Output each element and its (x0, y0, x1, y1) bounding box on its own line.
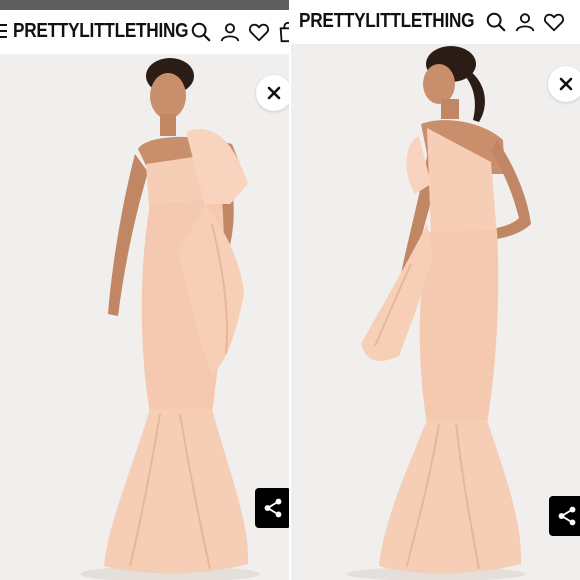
share-button[interactable] (255, 488, 289, 528)
search-icon[interactable] (485, 11, 507, 33)
header-icons (485, 10, 572, 34)
product-photo-front (0, 54, 289, 580)
header-bar: PRETTYLITTLETHING (291, 0, 580, 45)
close-button[interactable] (256, 75, 289, 111)
account-icon[interactable] (219, 21, 241, 43)
menu-icon[interactable] (0, 24, 7, 40)
heart-icon[interactable] (543, 11, 565, 33)
header-bar: PRETTYLITTLETHING (0, 10, 289, 55)
search-icon[interactable] (190, 21, 212, 43)
heart-icon[interactable] (248, 21, 270, 43)
bag-icon[interactable] (277, 21, 289, 43)
close-button[interactable] (548, 66, 580, 102)
product-photo-back (291, 44, 580, 580)
close-icon (559, 77, 573, 91)
share-button[interactable] (549, 496, 580, 536)
right-product-screen: PRETTYLITTLETHING (291, 0, 580, 580)
header-icons (190, 20, 289, 44)
share-icon (558, 506, 576, 526)
brand-logo[interactable]: PRETTYLITTLETHING (13, 20, 189, 43)
screenshot-collage: PRETTYLITTLETHING PRETTYLITTLETHING (0, 0, 580, 580)
close-icon (267, 86, 281, 100)
left-product-screen: PRETTYLITTLETHING (0, 0, 289, 580)
share-icon (264, 498, 282, 518)
account-icon[interactable] (514, 11, 536, 33)
status-bar (0, 0, 289, 10)
brand-logo[interactable]: PRETTYLITTLETHING (299, 10, 475, 33)
